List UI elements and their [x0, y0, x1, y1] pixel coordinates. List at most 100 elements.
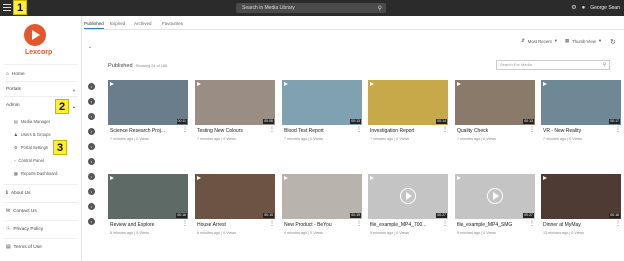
more-options-icon[interactable]: ⋮ [615, 127, 621, 133]
tab-archived[interactable]: Archived [134, 21, 152, 26]
rail-item-icon[interactable]: • [88, 188, 95, 195]
media-title[interactable]: Review and Explore [110, 222, 180, 228]
more-options-icon[interactable]: ⋮ [442, 221, 448, 227]
tab-favourites[interactable]: Favourites [162, 21, 183, 26]
media-title[interactable]: Quality Check [457, 128, 527, 134]
search-icon[interactable]: ⚲ [602, 61, 606, 69]
global-search-input[interactable]: Search in Media Library ⚲ [236, 3, 386, 13]
play-circle-icon[interactable] [487, 188, 503, 204]
media-thumbnail[interactable]: 00:27 [455, 174, 535, 219]
media-thumbnail[interactable]: 00:13 [455, 80, 535, 125]
media-title[interactable]: file_example_MP4_SMG [457, 222, 527, 228]
gear-icon[interactable]: ⚙ [571, 3, 576, 13]
media-thumbnail[interactable]: 00:16 [541, 174, 621, 219]
hamburger-menu-icon[interactable] [3, 4, 11, 11]
media-thumbnail[interactable]: 00:14 [368, 80, 448, 125]
tab-published[interactable]: Published [84, 21, 104, 29]
media-title[interactable]: New Product - BeYou [284, 222, 354, 228]
more-options-icon[interactable]: ⋮ [529, 127, 535, 133]
more-options-icon[interactable]: ⋮ [269, 221, 275, 227]
rail-item-icon[interactable]: • [88, 83, 95, 90]
user-icon[interactable]: ● [582, 3, 586, 13]
media-meta: 9 minutes ago | 0 Views [284, 231, 324, 235]
search-icon[interactable]: ⚲ [378, 4, 382, 14]
rail-item-icon[interactable]: • [88, 128, 95, 135]
media-title[interactable]: Investigation Report [370, 128, 440, 134]
media-title[interactable]: VR - New Reality [543, 128, 613, 134]
play-icon [284, 176, 288, 180]
media-thumbnail[interactable]: 00:11 [108, 80, 188, 125]
media-thumbnail[interactable]: 00:16 [108, 174, 188, 219]
view-dropdown[interactable]: ▦ Thumb View ▾ [565, 38, 601, 44]
sidebar-subitem-portal-settings[interactable]: ⚙ Portal Settings [14, 145, 48, 150]
more-options-icon[interactable]: ⋮ [442, 127, 448, 133]
rail-item-icon[interactable]: • [88, 218, 95, 225]
media-title[interactable]: Dinner at MyMay [543, 222, 613, 228]
rail-item-icon[interactable]: • [88, 173, 95, 180]
media-title[interactable]: Testing New Colours [197, 128, 267, 134]
sidebar-item-terms[interactable]: ▤ Terms of Use [6, 245, 42, 250]
sidebar-item-about[interactable]: ℹ About Us [6, 191, 31, 196]
annotation-badge-1: 1 [13, 0, 27, 15]
play-icon [543, 176, 547, 180]
rail-item-icon[interactable]: • [88, 203, 95, 210]
sidebar-item-home[interactable]: ⌂ Home [6, 72, 25, 77]
folder-rail: ⌄ • • • • • • • • • • [82, 16, 102, 261]
media-title[interactable]: file_example_MP4_700... [370, 222, 440, 228]
media-thumbnail[interactable]: 00:27 [368, 174, 448, 219]
divider [4, 220, 78, 221]
more-options-icon[interactable]: ⋮ [182, 221, 188, 227]
rail-item-icon[interactable]: • [88, 158, 95, 165]
user-name[interactable]: George Sean [590, 3, 620, 13]
more-options-icon[interactable]: ⋮ [356, 127, 362, 133]
play-icon [543, 82, 547, 86]
sidebar-item-portals[interactable]: Portals [6, 87, 21, 92]
media-meta: 7 minutes ago | 0 Views [543, 137, 583, 141]
lock-icon: ☉ [6, 227, 11, 232]
chevron-up-icon[interactable]: ▲ [72, 104, 76, 109]
media-meta: 9 minutes ago | 0 Views [457, 231, 497, 235]
media-thumbnail[interactable]: 00:06 [195, 80, 275, 125]
more-options-icon[interactable]: ⋮ [615, 221, 621, 227]
more-options-icon[interactable]: ⋮ [269, 127, 275, 133]
media-thumbnail[interactable]: 00:13 [282, 80, 362, 125]
media-meta: 7 minutes ago | 0 Views [370, 137, 410, 141]
media-search-input[interactable]: Search For Media ⚲ [496, 60, 610, 70]
chevron-down-icon[interactable]: ▼ [72, 88, 76, 93]
media-title[interactable]: House Arrest [197, 222, 267, 228]
rail-item-icon[interactable]: • [88, 143, 95, 150]
duration-badge: 00:13 [350, 119, 361, 124]
more-options-icon[interactable]: ⋮ [182, 127, 188, 133]
mail-icon: ✉ [6, 209, 11, 214]
tab-expired[interactable]: Expired [110, 21, 125, 26]
chevron-down-icon[interactable]: ⌄ [88, 44, 92, 50]
refresh-icon[interactable]: ↻ [610, 38, 616, 46]
document-icon: ▤ [6, 245, 11, 250]
rail-item-icon[interactable]: • [88, 113, 95, 120]
grid-icon: ▦ [565, 38, 570, 43]
media-meta: 8 minutes ago | 0 Views [197, 231, 237, 235]
media-thumbnail[interactable]: 00:15 [195, 174, 275, 219]
play-icon [457, 176, 461, 180]
more-options-icon[interactable]: ⋮ [356, 221, 362, 227]
sidebar-item-admin[interactable]: Admin [6, 103, 20, 108]
rail-item-icon[interactable]: • [88, 98, 95, 105]
media-thumbnail[interactable]: 00:19 [282, 174, 362, 219]
media-title[interactable]: Blood Test Report [284, 128, 354, 134]
play-circle-icon[interactable] [400, 188, 416, 204]
media-thumbnail[interactable]: 00:17 [541, 80, 621, 125]
brand-logo-icon[interactable] [24, 24, 46, 46]
more-options-icon[interactable]: ⋮ [529, 221, 535, 227]
status-tabs: Published Expired Archived Favourites [84, 16, 624, 30]
sidebar-item-privacy[interactable]: ☉ Privacy Policy [6, 227, 43, 232]
sidebar-item-contact[interactable]: ✉ Contact Us [6, 209, 37, 214]
media-meta: 13 minutes ago | 0 Views [543, 231, 585, 235]
media-title[interactable]: Science Research Proj... [110, 128, 180, 134]
divider [4, 202, 78, 203]
brand-name: Lexcorp [25, 49, 53, 56]
sidebar-subitem-control-panel[interactable]: ▫ Control Panel [14, 158, 44, 163]
sidebar-subitem-reports-dashboard[interactable]: ▩ Reports Dashboard [14, 171, 57, 176]
sidebar-subitem-media-manager[interactable]: ▤ Media Manager [14, 119, 50, 124]
sort-dropdown[interactable]: ⇵ Most Recent ▾ [521, 38, 557, 44]
sidebar-subitem-users-groups[interactable]: ♟ Users & Groups [14, 132, 51, 137]
